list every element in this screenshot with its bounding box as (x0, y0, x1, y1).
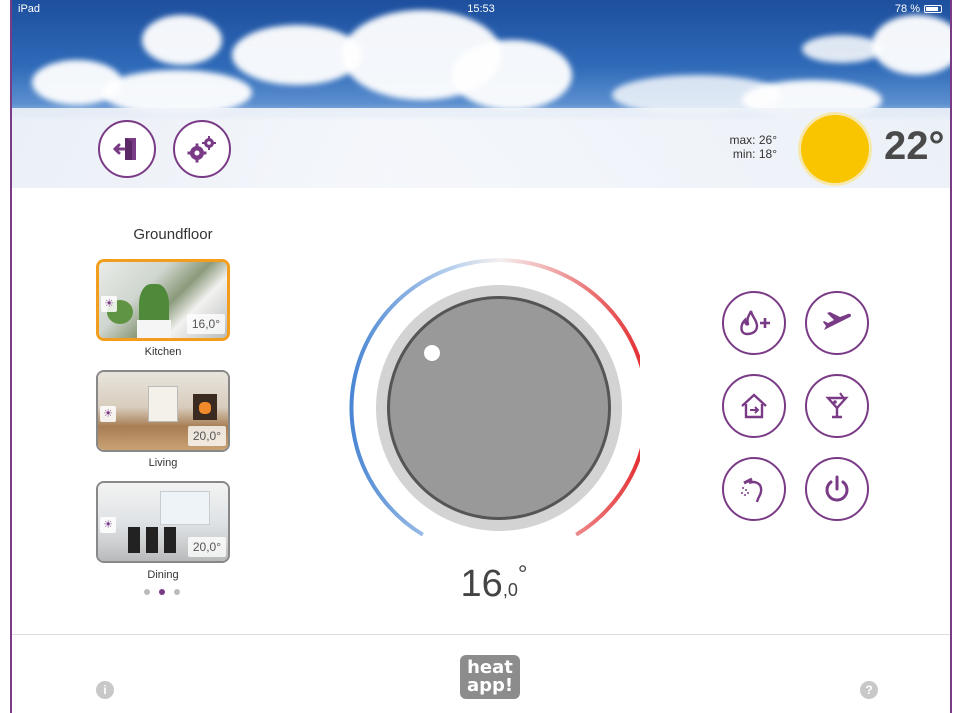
sun-icon (801, 115, 869, 183)
heatapp-logo: heat app! (460, 655, 520, 699)
room-card-dining[interactable]: ☀ 20,0° (96, 481, 230, 563)
settings-button[interactable] (173, 120, 231, 178)
shower-icon (741, 477, 763, 503)
room-temp: 20,0° (187, 537, 226, 557)
sun-mode-icon: ☀ (100, 406, 116, 422)
exit-button[interactable] (98, 120, 156, 178)
sun-mode-icon: ☀ (101, 296, 117, 312)
target-temp-integer: 16 (460, 563, 503, 605)
info-icon[interactable]: i (96, 681, 114, 699)
party-button[interactable] (805, 374, 869, 438)
footer-divider (12, 634, 950, 635)
target-temperature: 16,0° (404, 561, 584, 606)
dial-indicator[interactable] (424, 345, 440, 361)
airplane-icon (823, 312, 852, 330)
power-icon (825, 475, 849, 502)
boost-button[interactable] (722, 291, 786, 355)
dial-knob[interactable] (390, 299, 608, 517)
help-icon[interactable]: ? (860, 681, 878, 699)
room-label-dining: Dining (147, 569, 179, 581)
page-indicator[interactable] (144, 589, 180, 595)
floor-title: Groundfloor (133, 226, 213, 243)
page-dot[interactable] (144, 589, 150, 595)
flame-plus-icon (740, 310, 770, 336)
battery-status: 78 % (895, 3, 942, 15)
room-label-living: Living (148, 457, 178, 469)
room-temp: 20,0° (187, 426, 226, 446)
gears-icon (187, 136, 216, 163)
weather-min: min: 18° (732, 147, 777, 161)
page-dot[interactable] (174, 589, 180, 595)
battery-percent: 78 % (894, 3, 920, 15)
target-temp-degree: ° (517, 561, 528, 588)
sun-mode-icon: ☀ (100, 517, 116, 533)
room-temp: 16,0° (186, 314, 225, 334)
room-label-kitchen: Kitchen (144, 346, 182, 358)
home-mode-button[interactable] (722, 374, 786, 438)
power-button[interactable] (805, 457, 869, 521)
thermostat-dial[interactable] (334, 258, 640, 548)
target-temp-decimal: ,0 (502, 580, 518, 600)
weather-max: max: 26° (729, 133, 777, 147)
status-bar: iPad 15:53 78 % (12, 2, 950, 16)
house-icon (741, 393, 767, 419)
app-frame: iPad 15:53 78 % max: 26° min: 18° 22° Gr… (10, 0, 952, 713)
shower-button[interactable] (722, 457, 786, 521)
current-outdoor-temp: 22° (884, 124, 945, 168)
weather-minmax: max: 26° min: 18° (730, 133, 777, 161)
vacation-button[interactable] (805, 291, 869, 355)
battery-icon (924, 5, 942, 13)
cocktail-icon (825, 392, 849, 419)
exit-door-icon (112, 138, 136, 160)
logo-line-2: app! (466, 675, 514, 696)
status-time: 15:53 (467, 3, 495, 15)
room-card-living[interactable]: ☀ 20,0° (96, 370, 230, 452)
room-card-kitchen[interactable]: ☀ 16,0° (96, 259, 230, 341)
page-dot-active[interactable] (159, 589, 165, 595)
